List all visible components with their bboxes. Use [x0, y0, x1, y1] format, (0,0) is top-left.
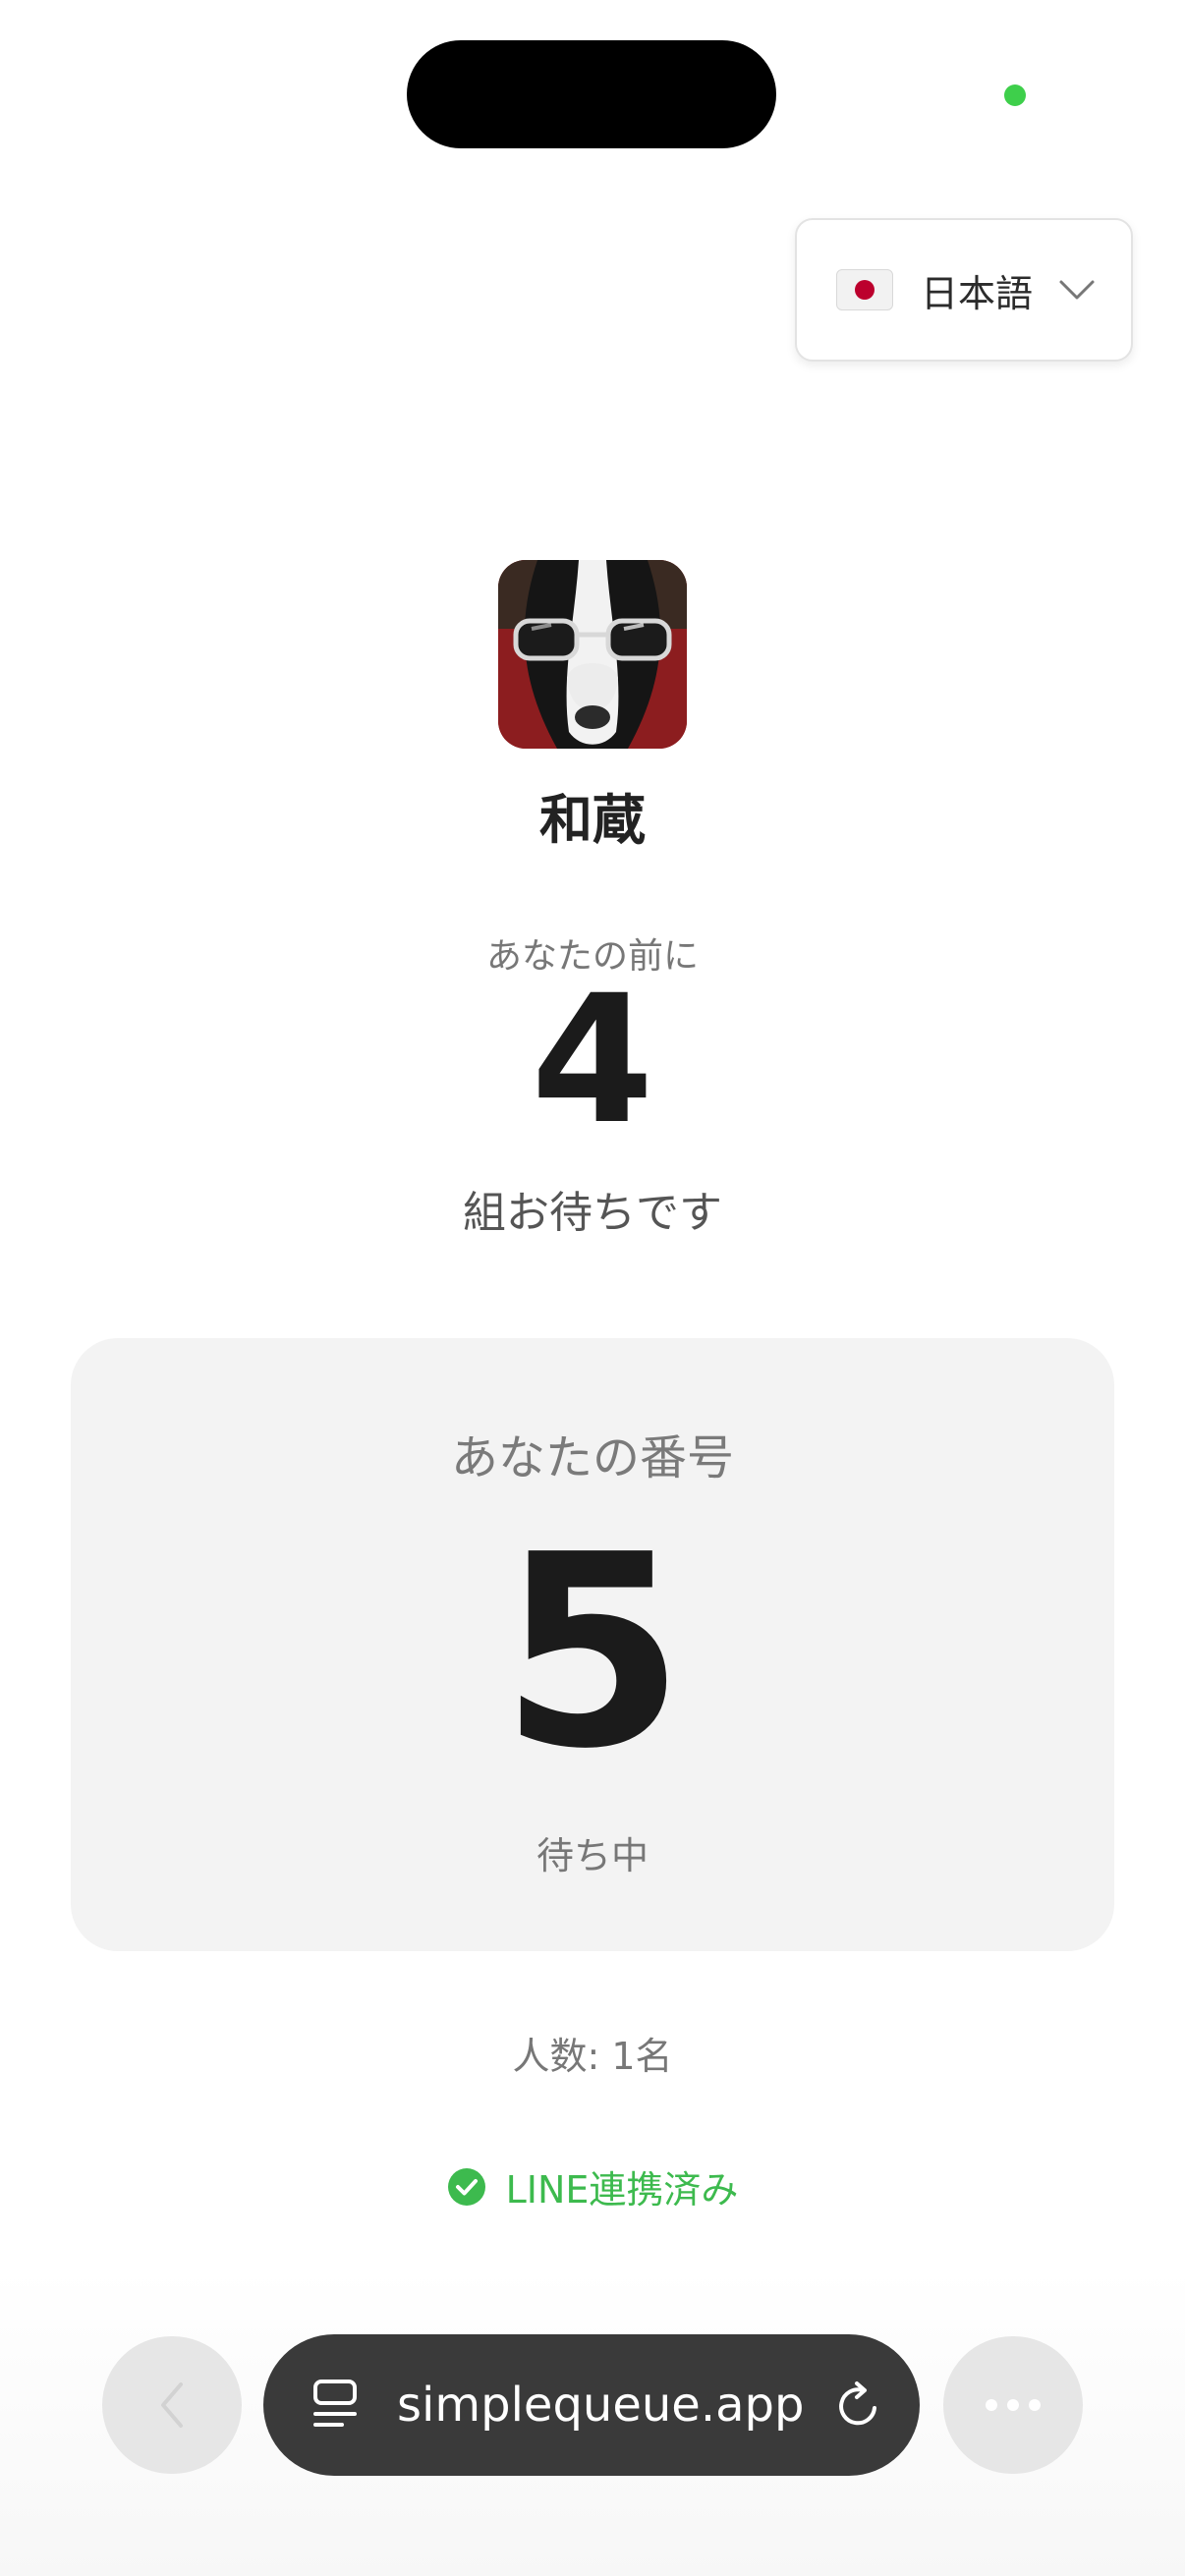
ticket-card: あなたの番号 5 待ち中: [71, 1338, 1114, 1951]
line-status: LINE連携済み: [0, 2159, 1185, 2213]
url-text[interactable]: simplequeue.app: [397, 2378, 835, 2433]
party-size: 人数: 1名: [512, 2035, 673, 2078]
chevron-down-icon: [1059, 280, 1095, 300]
japan-flag-icon: [836, 269, 893, 310]
check-circle-icon: [447, 2167, 485, 2206]
shop-avatar: [498, 560, 687, 749]
reader-icon[interactable]: [312, 2379, 358, 2432]
camera-indicator-icon: [1004, 84, 1026, 106]
more-icon: [986, 2399, 1041, 2411]
ticket-label: あなたの番号: [450, 1430, 734, 1485]
language-label: 日本語: [921, 271, 1034, 315]
reload-icon[interactable]: [835, 2380, 882, 2430]
ticket-number: 5: [500, 1497, 685, 1807]
language-selector[interactable]: 日本語: [795, 218, 1133, 362]
back-button[interactable]: [102, 2336, 242, 2474]
line-status-label: LINE連携済み: [505, 2168, 739, 2212]
ticket-status: 待ち中: [536, 1834, 649, 1877]
shop-name: 和蔵: [539, 789, 646, 851]
ahead-count: 4: [531, 958, 654, 1163]
address-bar[interactable]: simplequeue.app: [263, 2334, 920, 2476]
chevron-left-icon: [161, 2382, 183, 2428]
dynamic-island: [407, 40, 776, 148]
more-button[interactable]: [943, 2336, 1083, 2474]
ahead-suffix: 組お待ちです: [463, 1188, 722, 1238]
